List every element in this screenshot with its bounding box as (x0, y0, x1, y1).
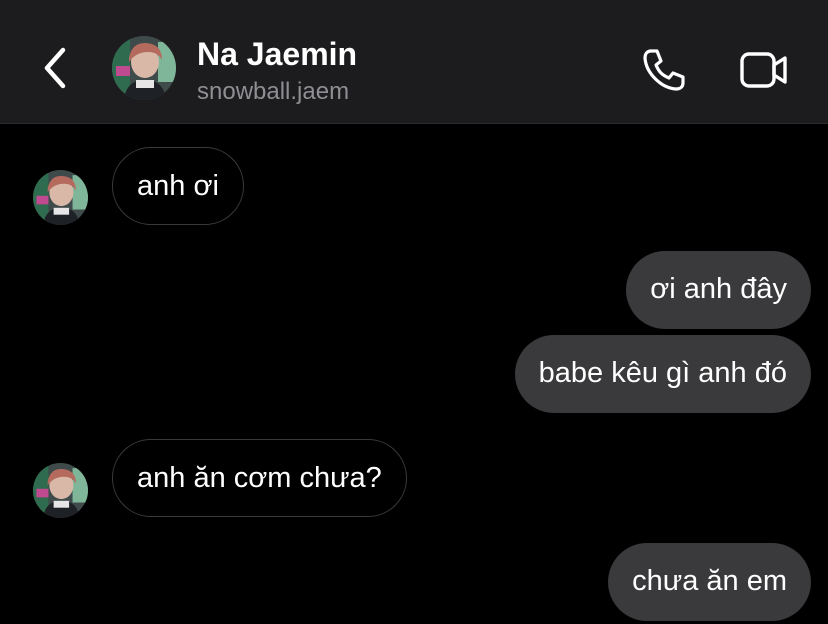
avatar-image (33, 170, 88, 225)
incoming-message-bubble[interactable]: anh ăn cơm chưa? (112, 439, 407, 517)
contact-username[interactable]: snowball.jaem (197, 77, 349, 107)
sender-avatar[interactable] (33, 463, 88, 518)
contact-avatar[interactable] (112, 36, 176, 100)
video-camera-icon (740, 52, 787, 88)
voice-call-button[interactable] (636, 42, 692, 98)
avatar-image (33, 463, 88, 518)
back-button[interactable] (32, 40, 80, 96)
incoming-message-bubble[interactable]: anh ơi (112, 147, 244, 225)
video-call-button[interactable] (734, 42, 794, 98)
avatar-image (112, 36, 176, 100)
sender-avatar[interactable] (33, 170, 88, 225)
outgoing-message-bubble[interactable]: ơi anh đây (626, 251, 811, 329)
contact-name[interactable]: Na Jaemin (197, 34, 357, 74)
chat-header: Na Jaemin snowball.jaem (0, 0, 828, 124)
outgoing-message-bubble[interactable]: chưa ăn em (608, 543, 811, 621)
chevron-left-icon (44, 47, 66, 89)
outgoing-message-bubble[interactable]: babe kêu gì anh đó (514, 335, 811, 413)
phone-icon (643, 49, 685, 91)
chat-screen: Na Jaemin snowball.jaem anh ơi ơi anh đâ… (0, 0, 828, 624)
